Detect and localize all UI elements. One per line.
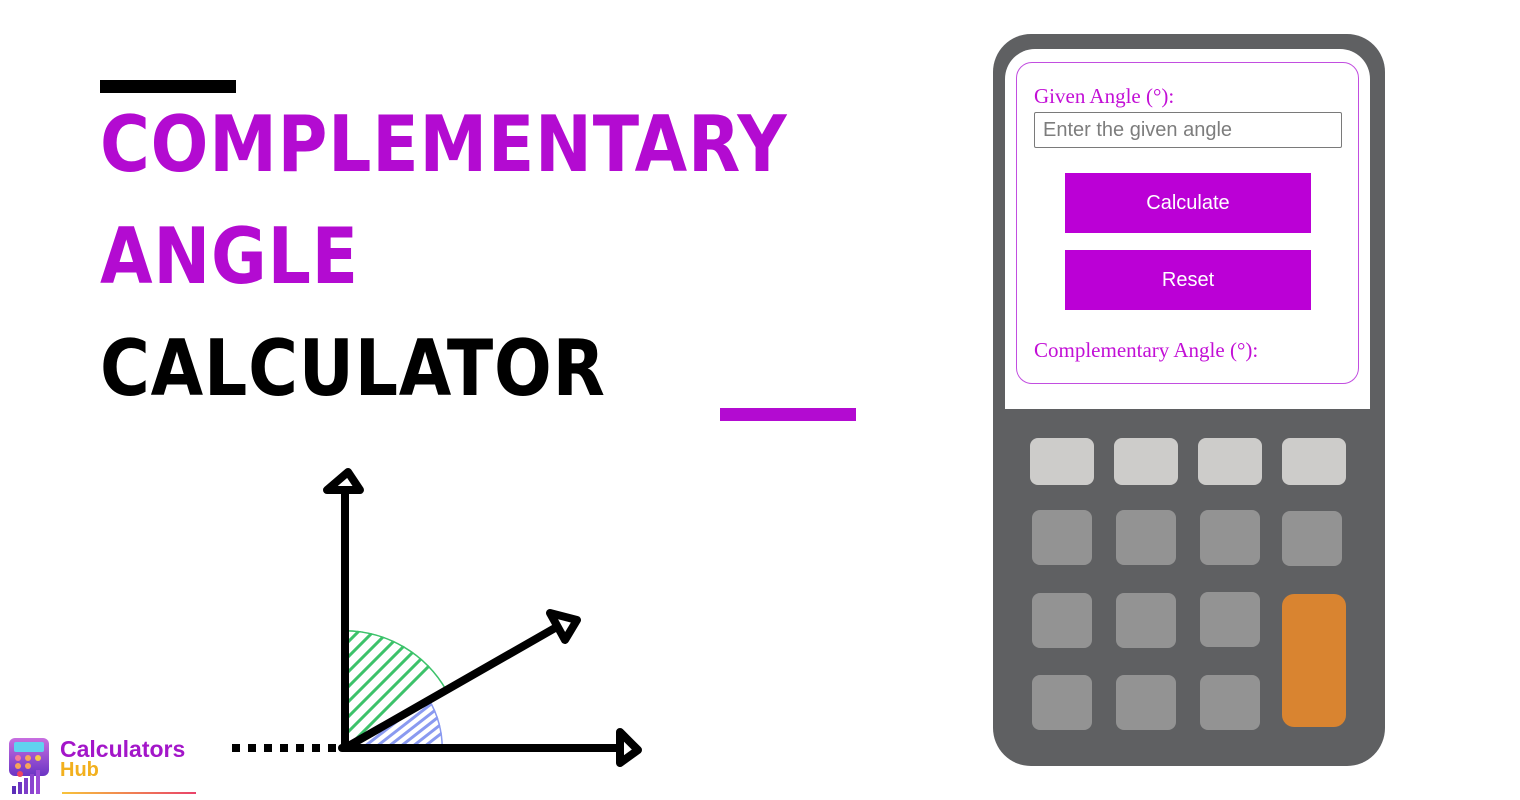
- logo-text-hub: Hub: [60, 759, 99, 781]
- keypad-key: [1200, 675, 1260, 730]
- keypad-key: [1200, 510, 1260, 565]
- result-label-text: Complementary Angle (°):: [1034, 338, 1259, 362]
- title-line-angle: ANGLE: [100, 211, 359, 302]
- keypad-key: [1032, 675, 1092, 730]
- keypad-key: [1030, 438, 1094, 485]
- calculate-button[interactable]: Calculate: [1065, 173, 1311, 233]
- keypad-key: [1032, 510, 1092, 565]
- dotted-extension: [232, 744, 336, 752]
- given-angle-input[interactable]: [1034, 112, 1342, 148]
- keypad-key: [1198, 438, 1262, 485]
- lower-angle-hatch: [359, 700, 443, 748]
- keypad-key-equals: [1282, 594, 1346, 727]
- keypad-key: [1282, 438, 1346, 485]
- ray-arrow-head-icon: [546, 609, 581, 644]
- title-line-calculator: CALCULATOR: [100, 323, 606, 414]
- vertical-arrow-head-icon: [323, 468, 364, 494]
- keypad-key: [1032, 593, 1092, 648]
- calculators-hub-logo[interactable]: Calculators Hub: [6, 736, 206, 796]
- keypad-key: [1282, 511, 1342, 566]
- keypad-key: [1116, 675, 1176, 730]
- logo-calculator-icon: [9, 738, 49, 794]
- complementary-angle-result-label: Complementary Angle (°):: [1034, 338, 1258, 363]
- title-line-complementary: COMPLEMENTARY: [100, 99, 788, 190]
- horizontal-arrow-head-icon: [616, 728, 642, 767]
- title-top-bar: [100, 80, 236, 93]
- title-bottom-bar: [720, 408, 856, 421]
- reset-button[interactable]: Reset: [1065, 250, 1311, 310]
- given-angle-label: Given Angle (°):: [1034, 84, 1175, 108]
- keypad-key: [1114, 438, 1178, 485]
- logo-underline: [62, 792, 196, 794]
- keypad-key: [1200, 592, 1260, 647]
- keypad-key: [1116, 593, 1176, 648]
- keypad-key: [1116, 510, 1176, 565]
- complementary-angle-diagram: [232, 468, 642, 767]
